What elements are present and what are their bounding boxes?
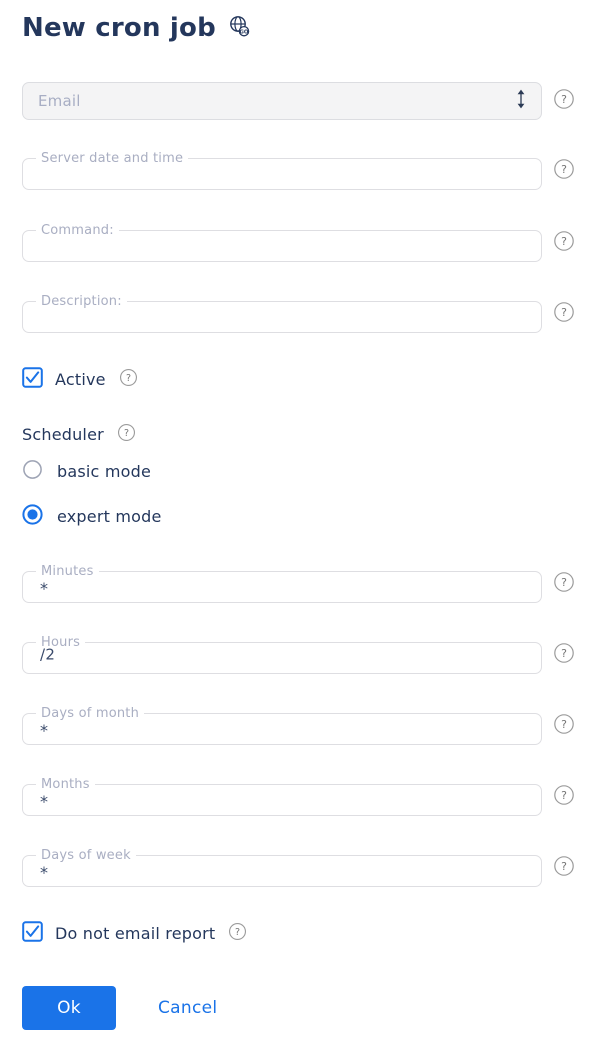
scheduler-label: Scheduler xyxy=(22,425,104,444)
cancel-button[interactable]: Cancel xyxy=(158,998,217,1018)
help-icon-scheduler[interactable]: ? xyxy=(117,423,136,446)
svg-text:?: ? xyxy=(561,163,567,176)
radio-selected-icon[interactable] xyxy=(22,504,43,529)
minutes-label: Minutes xyxy=(41,564,94,579)
globe-go-icon[interactable]: GO xyxy=(227,14,251,42)
radio-expert-mode[interactable]: expert mode xyxy=(22,504,162,529)
minutes-input[interactable]: Minutes * xyxy=(22,565,542,603)
days-of-month-input[interactable]: Days of month * xyxy=(22,707,542,745)
help-icon-days-of-month[interactable]: ? xyxy=(553,713,575,739)
command-field-row: Command: ? xyxy=(22,224,578,262)
svg-text:?: ? xyxy=(561,576,567,589)
server-datetime-field-row: Server date and time ? xyxy=(22,152,578,190)
description-input[interactable]: Description: xyxy=(22,295,542,333)
svg-text:GO: GO xyxy=(240,30,249,36)
help-icon-email[interactable]: ? xyxy=(553,88,575,114)
help-icon-months[interactable]: ? xyxy=(553,784,575,810)
do-not-email-report-checkbox[interactable] xyxy=(22,921,43,946)
email-placeholder: Email xyxy=(38,92,81,110)
email-select[interactable]: Email xyxy=(22,82,542,120)
description-label: Description: xyxy=(41,294,122,309)
help-icon-command[interactable]: ? xyxy=(553,230,575,256)
help-icon-description[interactable]: ? xyxy=(553,301,575,327)
command-input[interactable]: Command: xyxy=(22,224,542,262)
server-datetime-label: Server date and time xyxy=(41,151,184,166)
help-icon-days-of-week[interactable]: ? xyxy=(553,855,575,881)
ok-button[interactable]: Ok xyxy=(22,986,116,1030)
svg-text:?: ? xyxy=(235,927,240,938)
svg-text:?: ? xyxy=(124,428,129,439)
svg-text:?: ? xyxy=(561,93,567,106)
email-field-row: Email ? xyxy=(22,82,578,120)
radio-expert-mode-label: expert mode xyxy=(57,507,162,526)
svg-text:?: ? xyxy=(561,789,567,802)
svg-text:?: ? xyxy=(561,718,567,731)
help-icon-hours[interactable]: ? xyxy=(553,642,575,668)
do-not-email-report-row[interactable]: Do not email report ? xyxy=(22,921,247,946)
up-down-arrow-icon[interactable] xyxy=(514,88,528,114)
days-of-month-field-row: Days of month * ? xyxy=(22,707,578,745)
svg-text:?: ? xyxy=(126,373,131,384)
active-checkbox[interactable] xyxy=(22,367,43,392)
form-actions: Ok Cancel xyxy=(22,986,217,1030)
days-of-week-input[interactable]: Days of week * xyxy=(22,849,542,887)
minutes-field-row: Minutes * ? xyxy=(22,565,578,603)
help-icon-minutes[interactable]: ? xyxy=(553,571,575,597)
active-label: Active xyxy=(55,370,106,389)
radio-unselected-icon[interactable] xyxy=(22,459,43,484)
months-value: * xyxy=(40,791,49,811)
help-icon-server-datetime[interactable]: ? xyxy=(553,158,575,184)
do-not-email-report-label: Do not email report xyxy=(55,924,216,943)
hours-field-row: Hours /2 ? xyxy=(22,636,578,674)
months-input[interactable]: Months * xyxy=(22,778,542,816)
svg-text:?: ? xyxy=(561,235,567,248)
server-datetime-input[interactable]: Server date and time xyxy=(22,152,542,190)
description-field-row: Description: ? xyxy=(22,295,578,333)
radio-basic-mode-label: basic mode xyxy=(57,462,151,481)
command-label: Command: xyxy=(41,223,114,238)
months-field-row: Months * ? xyxy=(22,778,578,816)
minutes-value: * xyxy=(40,578,49,598)
page-header: New cron job GO xyxy=(22,14,251,42)
days-of-week-label: Days of week xyxy=(41,848,131,863)
scheduler-heading-row: Scheduler ? xyxy=(22,423,136,446)
help-icon-do-not-email-report[interactable]: ? xyxy=(228,922,247,945)
active-checkbox-row[interactable]: Active ? xyxy=(22,367,138,392)
months-label: Months xyxy=(41,777,90,792)
hours-value: /2 xyxy=(40,645,56,664)
days-of-week-field-row: Days of week * ? xyxy=(22,849,578,887)
hours-input[interactable]: Hours /2 xyxy=(22,636,542,674)
svg-text:?: ? xyxy=(561,306,567,319)
radio-basic-mode[interactable]: basic mode xyxy=(22,459,151,484)
help-icon-active[interactable]: ? xyxy=(119,368,138,391)
svg-text:?: ? xyxy=(561,647,567,660)
svg-text:?: ? xyxy=(561,860,567,873)
days-of-week-value: * xyxy=(40,862,49,882)
days-of-month-label: Days of month xyxy=(41,706,140,721)
days-of-month-value: * xyxy=(40,720,49,740)
page-title: New cron job xyxy=(22,13,216,43)
